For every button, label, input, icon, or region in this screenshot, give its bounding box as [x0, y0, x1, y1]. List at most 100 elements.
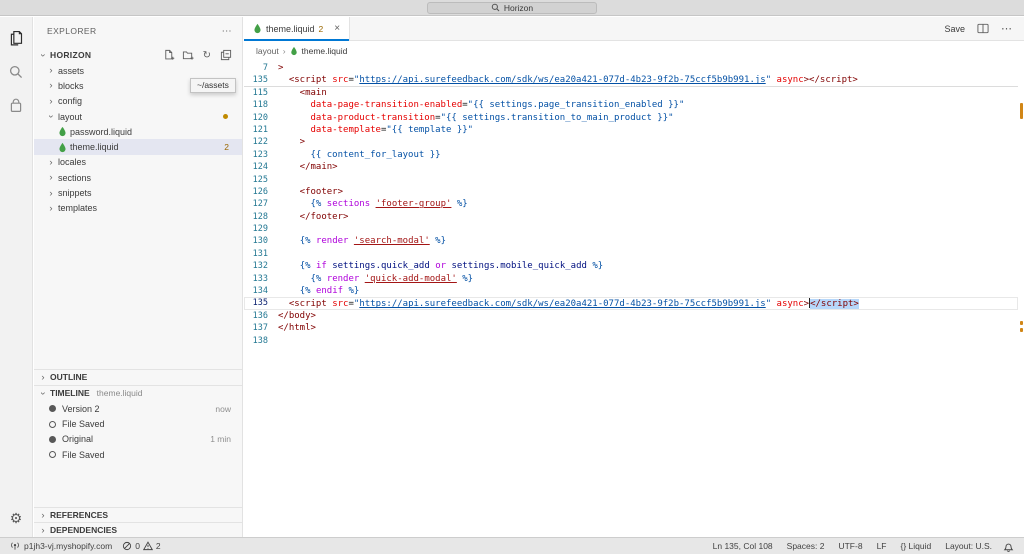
- references-section-header[interactable]: › REFERENCES: [34, 507, 242, 522]
- status-item[interactable]: Layout: U.S.: [945, 541, 992, 551]
- status-item[interactable]: {} Liquid: [900, 541, 931, 551]
- sidebar-title: EXPLORER: [47, 26, 97, 36]
- line-number: 125: [244, 174, 278, 186]
- code-line-137[interactable]: 137</html>: [244, 322, 1018, 334]
- code-line-123[interactable]: 123 {{ content_for_layout }}: [244, 149, 1018, 161]
- new-folder-icon[interactable]: [182, 49, 194, 61]
- code-line-127[interactable]: 127 {% sections 'footer-group' %}: [244, 198, 1018, 210]
- status-right-items: Ln 135, Col 108 Spaces: 2 UTF-8 LF {} Liquid…: [713, 541, 992, 551]
- liquid-file-icon: [290, 46, 298, 56]
- code-line-136[interactable]: 136</body>: [244, 310, 1018, 322]
- code-line-128[interactable]: 128 </footer>: [244, 211, 1018, 223]
- tree-item-password.liquid[interactable]: password.liquid: [34, 124, 242, 139]
- split-editor-icon[interactable]: [977, 23, 989, 34]
- status-item[interactable]: UTF-8: [838, 541, 862, 551]
- problems-status[interactable]: 0 2: [122, 541, 160, 551]
- outline-section-header[interactable]: › OUTLINE: [34, 369, 242, 384]
- code-lines: 7>135 <script src="https://api.surefeedb…: [244, 62, 1018, 537]
- editor-more-icon[interactable]: ⋯: [1001, 22, 1012, 35]
- code-line-135[interactable]: 135 <script src="https://api.surefeedbac…: [244, 297, 1018, 309]
- line-number: 131: [244, 248, 278, 260]
- tree-item-assets[interactable]: ›assets: [34, 63, 242, 78]
- breadcrumb-layout[interactable]: layout: [256, 46, 279, 56]
- sidebar-more-icon[interactable]: ⋯: [222, 26, 232, 37]
- chevron-right-icon: ›: [47, 96, 55, 107]
- collapse-all-icon[interactable]: [220, 49, 232, 61]
- code-line-129[interactable]: 129: [244, 223, 1018, 235]
- timeline-item[interactable]: Original1 min: [34, 432, 242, 447]
- timeline-dot-icon: [49, 405, 56, 412]
- problem-badge: 2: [224, 142, 229, 152]
- code-line-135[interactable]: 135 <script src="https://api.surefeedbac…: [244, 74, 1018, 86]
- new-file-icon[interactable]: [163, 49, 175, 61]
- code-line-125[interactable]: 125: [244, 174, 1018, 186]
- tab-theme-liquid[interactable]: theme.liquid 2 ×: [244, 17, 350, 40]
- code-line-7[interactable]: 7>: [244, 62, 1018, 74]
- line-number: 135: [244, 74, 278, 85]
- chevron-right-icon: ›: [39, 372, 47, 383]
- code-line-134[interactable]: 134 {% endif %}: [244, 285, 1018, 297]
- overview-ruler[interactable]: [1018, 42, 1024, 537]
- window-title: Horizon: [504, 3, 533, 13]
- tree-item-sections[interactable]: ›sections: [34, 170, 242, 185]
- code-line-130[interactable]: 130 {% render 'search-modal' %}: [244, 235, 1018, 247]
- code-line-132[interactable]: 132 {% if settings.quick_add or settings…: [244, 260, 1018, 272]
- timeline-item[interactable]: File Saved: [34, 447, 242, 462]
- explorer-icon[interactable]: [0, 27, 33, 49]
- window-search[interactable]: Horizon: [427, 2, 597, 14]
- dependencies-label: DEPENDENCIES: [50, 525, 117, 535]
- dependencies-section-header[interactable]: › DEPENDENCIES: [34, 522, 242, 537]
- tree-item-templates[interactable]: ›templates: [34, 201, 242, 216]
- bell-icon[interactable]: [1002, 540, 1015, 553]
- code-line-118[interactable]: 118 data-page-transition-enabled="{{ set…: [244, 99, 1018, 111]
- code-line-126[interactable]: 126 <footer>: [244, 186, 1018, 198]
- line-number: 130: [244, 235, 278, 247]
- line-number: 137: [244, 322, 278, 334]
- timeline-item[interactable]: Version 2now: [34, 401, 242, 416]
- status-item[interactable]: LF: [877, 541, 887, 551]
- search-sidebar-icon[interactable]: [0, 61, 33, 83]
- timeline-section-header[interactable]: › TIMELINE theme.liquid: [34, 385, 242, 400]
- remote-status[interactable]: p1jh3-vj.myshopify.com: [9, 540, 112, 552]
- tree-item-label: sections: [58, 173, 91, 183]
- breadcrumb-file[interactable]: theme.liquid: [302, 46, 348, 56]
- refresh-icon[interactable]: ↻: [201, 49, 213, 61]
- code-line-138[interactable]: 138: [244, 335, 1018, 347]
- tree-item-snippets[interactable]: ›snippets: [34, 185, 242, 200]
- shopify-extension-icon[interactable]: [0, 95, 33, 117]
- liquid-file-icon: [253, 23, 262, 34]
- close-icon[interactable]: ×: [334, 23, 340, 34]
- code-line-122[interactable]: 122 >: [244, 136, 1018, 148]
- tree-item-layout[interactable]: ›layout: [34, 109, 242, 124]
- tree-item-label: password.liquid: [70, 127, 132, 137]
- code-line-121[interactable]: 121 data-template="{{ template }}": [244, 124, 1018, 136]
- code-line-124[interactable]: 124 </main>: [244, 161, 1018, 173]
- tree-item-label: config: [58, 96, 82, 106]
- code-line-131[interactable]: 131: [244, 248, 1018, 260]
- tree-item-theme.liquid[interactable]: theme.liquid2: [34, 139, 242, 154]
- code-line-133[interactable]: 133 {% render 'quick-add-modal' %}: [244, 273, 1018, 285]
- liquid-file-icon: [58, 142, 67, 153]
- timeline-item[interactable]: File Saved: [34, 416, 242, 431]
- vscode-window: Horizon ⚙ EXPLORER ⋯ › HORIZON: [0, 0, 1024, 554]
- sidebar-header: EXPLORER ⋯: [47, 23, 232, 39]
- line-number: 115: [244, 87, 278, 99]
- tree-item-locales[interactable]: ›locales: [34, 155, 242, 170]
- remote-host-label: p1jh3-vj.myshopify.com: [24, 541, 112, 551]
- tree-item-config[interactable]: ›config: [34, 94, 242, 109]
- code-line-115[interactable]: 115 <main: [244, 87, 1018, 99]
- settings-gear-icon[interactable]: ⚙: [0, 507, 33, 529]
- timeline-items: Version 2nowFile SavedOriginal1 minFile …: [34, 401, 242, 463]
- save-button[interactable]: Save: [944, 24, 965, 34]
- chevron-right-icon: ›: [47, 203, 55, 214]
- project-root-row[interactable]: › HORIZON ↻: [34, 47, 242, 63]
- tab-bar: theme.liquid 2 × Save ⋯: [244, 17, 1024, 41]
- line-number: 122: [244, 136, 278, 148]
- modified-dot: [223, 114, 228, 119]
- line-number: 127: [244, 198, 278, 210]
- status-item[interactable]: Ln 135, Col 108: [713, 541, 773, 551]
- line-number: 7: [244, 62, 278, 74]
- code-line-120[interactable]: 120 data-product-transition="{{ settings…: [244, 112, 1018, 124]
- line-number: 133: [244, 273, 278, 285]
- status-item[interactable]: Spaces: 2: [787, 541, 825, 551]
